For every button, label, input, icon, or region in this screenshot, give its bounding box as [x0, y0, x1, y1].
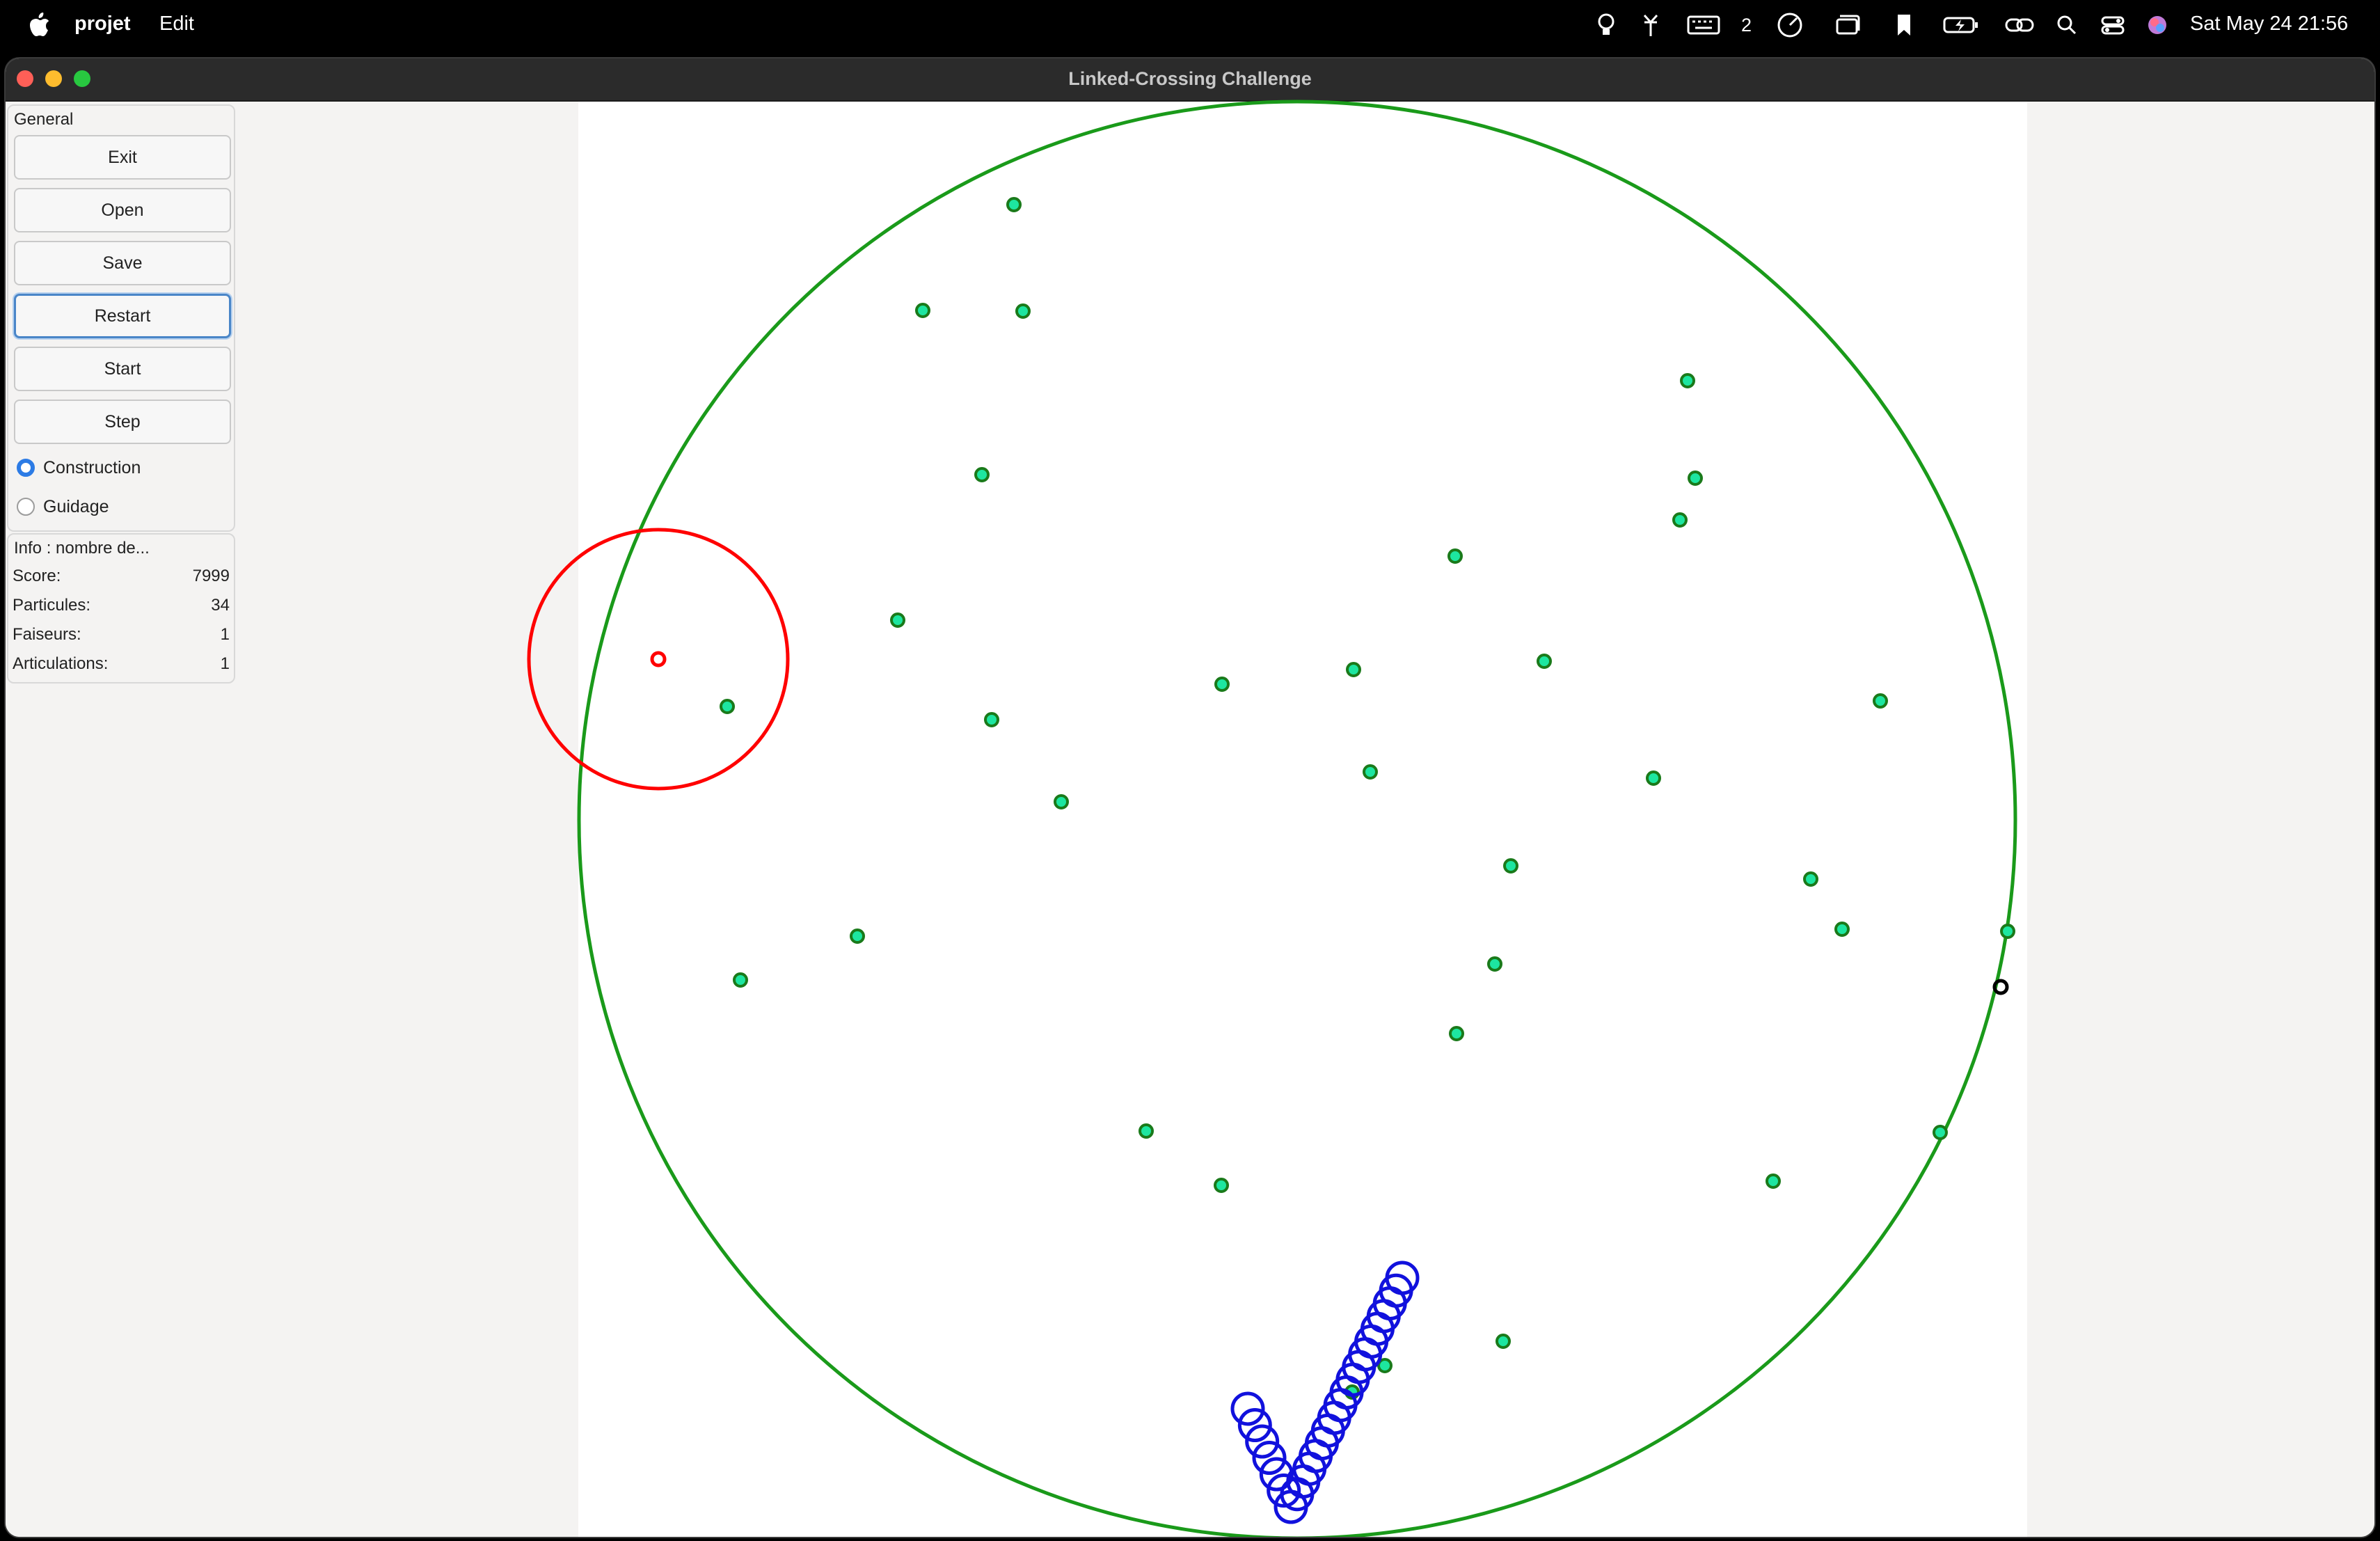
articulations-value: 1 [220, 654, 230, 673]
construction-label: Construction [43, 457, 141, 477]
articulations-label: Articulations: [13, 654, 109, 673]
particle [984, 712, 999, 727]
edit-menu[interactable]: Edit [159, 13, 194, 35]
lightbulb-icon[interactable] [1596, 13, 1616, 38]
particle [1646, 770, 1661, 786]
simulation-canvas[interactable] [527, 100, 2027, 1537]
particle [2000, 924, 2015, 939]
info-title: Info : nombre de... [14, 539, 150, 558]
particle [1487, 956, 1502, 972]
step-button[interactable]: Step [14, 400, 231, 444]
fork-icon[interactable] [1641, 13, 1660, 38]
link-icon[interactable] [2004, 13, 2035, 38]
app-menu-name[interactable]: projet [74, 13, 131, 35]
app-window: Linked-Crossing Challenge General Exit O… [6, 58, 2374, 1537]
apple-icon[interactable] [28, 13, 50, 38]
siri-icon[interactable] [2146, 13, 2168, 38]
guidage-label: Guidage [43, 496, 109, 516]
particle [1363, 764, 1378, 780]
bookmark-icon[interactable] [1896, 13, 1912, 38]
desktop-number: 2 [1741, 14, 1752, 35]
open-button[interactable]: Open [14, 188, 231, 232]
score-row: Score: 7999 [13, 567, 230, 590]
particules-row: Particules: 34 [13, 596, 230, 619]
faiseur-center [650, 651, 667, 667]
score-label: Score: [13, 567, 61, 585]
score-value: 7999 [192, 567, 230, 585]
particle [1672, 512, 1688, 528]
start-button[interactable]: Start [14, 347, 231, 391]
search-icon[interactable] [2056, 13, 2078, 38]
keyboard-icon[interactable] [1687, 13, 1720, 38]
particle [1537, 654, 1552, 669]
particle [1449, 1026, 1464, 1041]
mode-construction-option[interactable]: Construction [17, 454, 141, 482]
control-center-icon[interactable] [2100, 13, 2125, 38]
menubar-datetime: Sat May 24 21:56 [2190, 13, 2349, 35]
particle [1139, 1123, 1154, 1139]
boundary-circle [577, 100, 2017, 1537]
exit-button[interactable]: Exit [14, 135, 231, 180]
simulation-drawing[interactable] [527, 100, 2027, 1537]
title-bar[interactable]: Linked-Crossing Challenge [6, 58, 2374, 102]
particle [890, 613, 905, 628]
particle [1346, 662, 1361, 677]
particle [1006, 197, 1022, 212]
particle [1447, 548, 1463, 564]
particle [974, 467, 990, 482]
particules-label: Particules: [13, 596, 91, 615]
construction-radio[interactable] [17, 459, 35, 477]
particle [720, 699, 735, 714]
particle [1214, 1178, 1229, 1193]
particle [1766, 1173, 1781, 1189]
particle [1054, 794, 1069, 809]
articulations-row: Articulations: 1 [13, 654, 230, 678]
window-title: Linked-Crossing Challenge [1068, 68, 1312, 89]
particle [1834, 922, 1850, 937]
menu-bar: projet Edit 2 Sat May 24 21:56 [0, 0, 2380, 52]
gauge-icon[interactable] [1776, 11, 1804, 39]
particle [1680, 373, 1695, 388]
particle [1503, 858, 1518, 874]
particle [1015, 303, 1031, 319]
status-icons [1596, 11, 1616, 39]
guidage-radio[interactable] [17, 498, 35, 516]
particle [1803, 871, 1818, 887]
battery-icon[interactable] [1943, 13, 1979, 38]
particle [1933, 1125, 1948, 1140]
particle [1496, 1334, 1511, 1349]
window-content: General Exit Open Save Restart Start Ste… [6, 100, 2374, 1537]
restart-button[interactable]: Restart [14, 294, 231, 338]
faiseurs-row: Faiseurs: 1 [13, 625, 230, 649]
particle [1688, 471, 1703, 486]
save-button[interactable]: Save [14, 241, 231, 285]
particle [733, 972, 748, 988]
faiseur-circle [527, 528, 790, 791]
mode-guidage-option[interactable]: Guidage [17, 493, 109, 521]
windows-icon[interactable] [1833, 13, 1861, 38]
particules-value: 34 [211, 596, 230, 615]
particle [850, 928, 865, 944]
general-group-title: General [14, 110, 74, 129]
info-panel: Info : nombre de... Score: 7999 Particul… [7, 533, 235, 683]
general-panel: General Exit Open Save Restart Start Ste… [7, 104, 235, 532]
particle [915, 303, 930, 318]
faiseurs-value: 1 [220, 625, 230, 644]
particle [1873, 693, 1888, 709]
faiseurs-label: Faiseurs: [13, 625, 81, 644]
particle [1214, 677, 1230, 692]
